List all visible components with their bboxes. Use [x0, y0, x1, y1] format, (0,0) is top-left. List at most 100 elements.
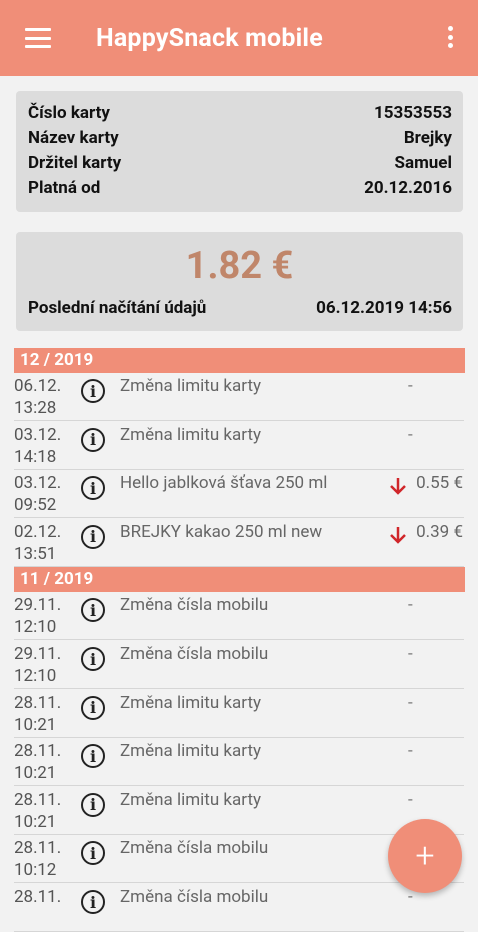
transaction-date: 03.12.: [14, 473, 62, 494]
transaction-description: Změna čísla mobilu: [120, 838, 269, 859]
transaction-amount: -: [408, 789, 413, 810]
transaction-time: 12:10: [14, 666, 57, 686]
transaction-amount: 0.55 €: [416, 473, 463, 494]
transaction-time: 13:28: [14, 398, 57, 418]
transaction-datetime: 03.12. 09:52: [14, 472, 61, 516]
transaction-datetime: 02.12. 13:51: [14, 521, 61, 565]
info-icon[interactable]: i: [81, 598, 105, 623]
transaction-row[interactable]: 28.11. i Změna čísla mobilu -: [0, 884, 478, 932]
arrow-down-icon: [390, 478, 406, 495]
transaction-row[interactable]: 02.12. 13:51 i BREJKY kakao 250 ml new 0.39 …: [0, 519, 478, 567]
card-number-label: Číslo karty: [28, 103, 110, 123]
app-title: HappySnack mobile: [96, 23, 323, 53]
month-header: 12 / 2019: [14, 348, 465, 373]
transaction-description: Změna čísla mobilu: [120, 644, 269, 664]
transaction-date: 28.11.: [14, 838, 62, 859]
transaction-date: 28.11.: [14, 741, 62, 762]
transaction-time: 12:10: [14, 617, 57, 638]
month-header: 11 / 2019: [14, 567, 465, 593]
card-holder-value: Samuel: [394, 153, 453, 173]
card-valid-label: Platná od: [28, 178, 101, 198]
transaction-time: 10:21: [14, 714, 57, 735]
balance-panel: 1.82 € Poslední načítání údajů 06.12.201…: [16, 232, 463, 331]
transaction-time: 10:21: [14, 811, 57, 832]
transaction-description: Změna limitu karty: [120, 376, 262, 396]
transaction-date: 06.12.: [14, 376, 62, 396]
transaction-time: 09:52: [14, 495, 57, 516]
transaction-date: 28.11.: [14, 887, 62, 907]
transaction-row[interactable]: 03.12. 14:18 i Změna limitu karty -: [0, 422, 478, 470]
transaction-amount: 0.39 €: [416, 521, 463, 542]
transaction-datetime: 28.11. 10:21: [14, 789, 61, 833]
app-bar: HappySnack mobile: [0, 0, 478, 76]
info-icon[interactable]: i: [81, 476, 105, 501]
last-load-value: 06.12.2019 14:56: [316, 298, 452, 318]
transaction-datetime: 28.11. 10:12: [14, 837, 61, 881]
more-vert-icon[interactable]: [448, 26, 454, 48]
transaction-amount: -: [408, 741, 413, 762]
card-name-row: Název karty Brejky: [28, 126, 452, 151]
menu-icon[interactable]: [25, 28, 51, 48]
last-load-label: Poslední načítání údajů: [28, 298, 207, 318]
transaction-time: 14:18: [14, 446, 57, 467]
transaction-amount: -: [408, 424, 413, 445]
info-icon[interactable]: i: [81, 792, 105, 817]
transaction-description: Hello jablková šťava 250 ml: [120, 473, 328, 494]
transaction-amount: -: [408, 644, 413, 664]
transaction-date: 28.11.: [14, 789, 62, 810]
transaction-datetime: 06.12. 13:28: [14, 375, 61, 419]
transaction-datetime: 28.11. 10:21: [14, 740, 61, 784]
transaction-row[interactable]: 29.11. 12:10 i Změna čísla mobilu -: [0, 641, 478, 689]
last-load-row: Poslední načítání údajů 06.12.2019 14:56: [28, 298, 452, 318]
card-name-value: Brejky: [403, 128, 452, 148]
add-icon: +: [415, 836, 435, 876]
add-button[interactable]: +: [388, 819, 462, 893]
card-holder-label: Držitel karty: [28, 153, 122, 173]
info-icon[interactable]: i: [81, 379, 105, 403]
arrow-down-icon: [390, 526, 406, 544]
transaction-description: Změna limitu karty: [120, 692, 262, 713]
info-icon[interactable]: i: [81, 695, 105, 720]
transaction-row[interactable]: 03.12. 09:52 i Hello jablková šťava 250 ml 0…: [0, 470, 478, 519]
transaction-row[interactable]: 28.11. 10:21 i Změna limitu karty -: [0, 738, 478, 787]
card-name-label: Název karty: [28, 128, 119, 148]
info-icon[interactable]: i: [81, 647, 105, 671]
transaction-datetime: 28.11.: [14, 886, 61, 908]
info-icon[interactable]: i: [81, 427, 105, 452]
transaction-description: BREJKY kakao 250 ml new: [120, 521, 323, 542]
info-icon[interactable]: i: [81, 744, 105, 769]
transaction-row[interactable]: 28.11. 10:21 i Změna limitu karty -: [0, 690, 478, 738]
info-icon[interactable]: i: [81, 524, 105, 549]
transaction-date: 28.11.: [14, 692, 62, 713]
balance-amount: 1.82 €: [185, 244, 294, 288]
transaction-time: 10:12: [14, 860, 57, 881]
transaction-date: 29.11.: [14, 644, 62, 664]
transaction-row[interactable]: 29.11. 12:10 i Změna čísla mobilu -: [0, 592, 478, 641]
info-icon[interactable]: i: [81, 890, 105, 914]
card-valid-row: Platná od 20.12.2016: [28, 176, 452, 201]
card-info-panel: Číslo karty 15353553 Název karty Brejky …: [16, 91, 463, 212]
transaction-date: 03.12.: [14, 424, 62, 445]
card-valid-value: 20.12.2016: [364, 178, 452, 198]
card-holder-row: Držitel karty Samuel: [28, 151, 452, 176]
transaction-datetime: 03.12. 14:18: [14, 424, 61, 468]
transaction-amount: -: [408, 595, 413, 616]
transaction-row[interactable]: 06.12. 13:28 i Změna limitu karty -: [0, 373, 478, 421]
info-icon[interactable]: i: [81, 841, 105, 866]
transaction-description: Změna limitu karty: [120, 789, 262, 810]
transaction-date: 29.11.: [14, 595, 62, 616]
card-number-value: 15353553: [373, 103, 452, 123]
transaction-datetime: 29.11. 12:10: [14, 643, 61, 687]
transaction-amount: -: [408, 376, 413, 396]
transaction-date: 02.12.: [14, 521, 62, 542]
transaction-description: Změna čísla mobilu: [120, 887, 269, 907]
transaction-time: 10:21: [14, 763, 57, 784]
transaction-amount: -: [408, 692, 413, 713]
transaction-description: Změna limitu karty: [120, 741, 262, 762]
transaction-description: Změna limitu karty: [120, 424, 262, 445]
transaction-time: 13:51: [14, 543, 57, 564]
transaction-datetime: 28.11. 10:21: [14, 692, 61, 736]
card-number-row: Číslo karty 15353553: [28, 101, 452, 126]
transaction-description: Změna čísla mobilu: [120, 595, 269, 616]
transaction-datetime: 29.11. 12:10: [14, 594, 61, 638]
